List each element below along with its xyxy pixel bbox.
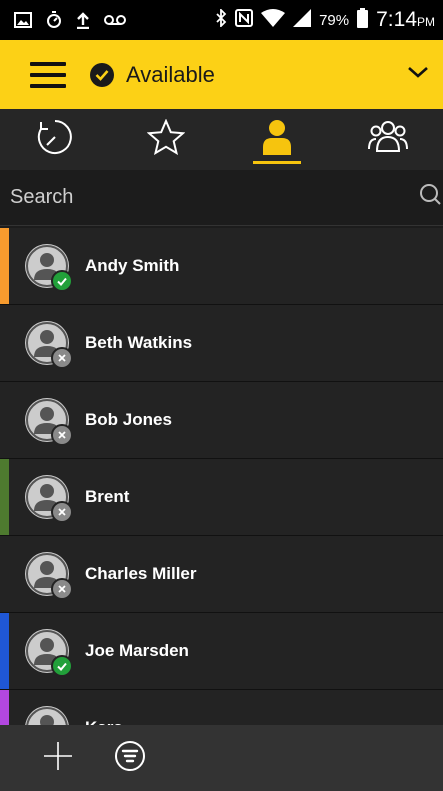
person-icon — [25, 706, 69, 725]
battery-percent: 79% — [319, 11, 350, 29]
tab-favorites[interactable] — [111, 109, 222, 170]
search-input[interactable] — [8, 185, 417, 210]
avatar — [25, 475, 73, 523]
tab-groups[interactable] — [332, 109, 443, 170]
avatar — [25, 629, 73, 677]
offline-x-icon — [51, 578, 73, 600]
offline-x-icon — [51, 424, 73, 446]
status-bar: 79% 7:14PM — [0, 0, 443, 40]
bottom-bar — [0, 725, 443, 791]
menu-icon[interactable] — [30, 61, 66, 88]
available-check-icon — [51, 655, 73, 677]
voicemail-icon — [104, 14, 126, 26]
battery-icon — [357, 7, 369, 33]
presence-label: Available — [126, 61, 215, 87]
clock: 7:14PM — [376, 8, 435, 32]
search-icon[interactable] — [417, 183, 441, 212]
contact-row[interactable]: Bob Jones — [0, 382, 443, 459]
contact-color-stripe — [0, 228, 9, 304]
avatar — [25, 321, 73, 369]
chevron-down-icon[interactable] — [407, 65, 429, 84]
contact-name: Andy Smith — [85, 256, 180, 275]
cell-signal-icon — [293, 8, 312, 32]
check-circle-icon — [90, 62, 114, 87]
tab-bar — [0, 109, 443, 171]
history-icon — [36, 118, 74, 161]
top-bar: Available — [0, 40, 443, 109]
stopwatch-icon — [46, 11, 62, 29]
available-check-icon — [51, 270, 73, 292]
contact-color-stripe — [0, 613, 9, 689]
contact-color-stripe — [0, 536, 9, 612]
contact-name: Beth Watkins — [85, 333, 193, 352]
contact-row[interactable]: Beth Watkins — [0, 305, 443, 382]
contact-row[interactable]: Andy Smith — [0, 228, 443, 305]
clock-time: 7:14 — [376, 8, 417, 31]
contact-list: Andy Smith Beth Watkins Bob Jones Brent Char… — [0, 228, 443, 725]
tab-contacts[interactable] — [222, 109, 333, 170]
plus-icon — [42, 740, 74, 777]
contact-name: Joe Marsden — [85, 641, 189, 660]
contact-color-stripe — [0, 305, 9, 381]
contact-name: Bob Jones — [85, 410, 172, 429]
contact-color-stripe — [0, 459, 9, 535]
contact-row[interactable]: Brent — [0, 459, 443, 536]
group-icon — [367, 119, 409, 160]
offline-x-icon — [51, 347, 73, 369]
search-bar — [0, 170, 443, 226]
avatar — [25, 244, 73, 292]
avatar — [25, 398, 73, 446]
upload-icon — [76, 11, 90, 29]
filter-button[interactable] — [114, 740, 146, 777]
tab-recent[interactable] — [0, 109, 111, 170]
nfc-icon — [235, 8, 254, 32]
person-icon — [260, 119, 294, 160]
filter-icon — [114, 740, 146, 777]
contact-color-stripe — [0, 690, 9, 725]
wifi-icon — [261, 8, 286, 32]
bluetooth-icon — [215, 7, 227, 32]
contact-name: Kara — [85, 718, 123, 725]
image-icon — [14, 12, 32, 28]
add-button[interactable] — [42, 740, 74, 777]
contact-color-stripe — [0, 382, 9, 458]
contact-row[interactable]: Joe Marsden — [0, 613, 443, 690]
avatar — [25, 552, 73, 600]
contact-name: Brent — [85, 487, 130, 506]
star-icon — [146, 118, 186, 160]
offline-x-icon — [51, 501, 73, 523]
contact-row[interactable]: Charles Miller — [0, 536, 443, 613]
contact-row[interactable]: Kara — [0, 690, 443, 725]
avatar — [25, 706, 69, 725]
contact-name: Charles Miller — [85, 564, 197, 583]
clock-suffix: PM — [417, 15, 435, 29]
presence-selector[interactable]: Available — [90, 62, 215, 88]
